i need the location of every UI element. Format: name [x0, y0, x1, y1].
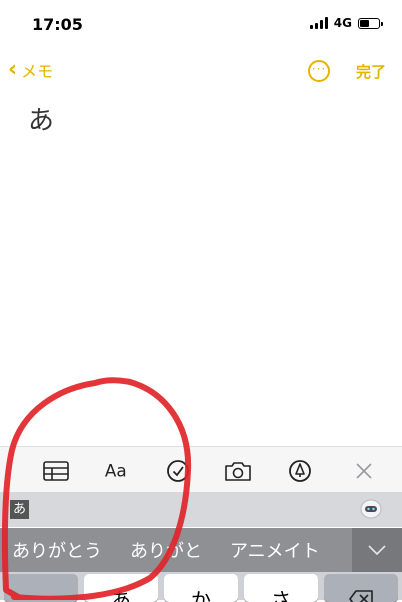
checklist-icon[interactable] [164, 459, 192, 483]
key-a[interactable]: あ [84, 574, 158, 602]
key-function[interactable] [4, 574, 78, 602]
close-icon[interactable] [350, 459, 378, 483]
keyboard: あ か さ [0, 572, 402, 602]
back-button[interactable]: ‹ メモ [8, 58, 53, 82]
assistant-icon[interactable] [360, 499, 382, 519]
markup-pen-icon[interactable] [286, 459, 314, 483]
network-label: 4G [333, 16, 352, 30]
signal-icon [309, 17, 328, 29]
status-time: 17:05 [32, 15, 83, 34]
back-label: メモ [21, 62, 54, 81]
chevron-left-icon: ‹ [8, 57, 18, 82]
delete-key[interactable] [324, 574, 398, 602]
svg-text:Aa: Aa [105, 461, 127, 481]
ime-preview: あ [10, 500, 30, 519]
candidate-item[interactable]: ありがと [130, 537, 202, 563]
format-toolbar: Aa [0, 446, 402, 493]
ime-input-bar: あ [0, 492, 402, 527]
key-sa[interactable]: さ [244, 574, 318, 602]
candidate-item[interactable]: アニメイト [230, 537, 320, 563]
text-format-icon[interactable]: Aa [104, 459, 132, 483]
more-options-icon[interactable]: ··· [308, 60, 330, 82]
battery-icon [358, 17, 383, 29]
table-icon[interactable] [42, 459, 70, 483]
done-button[interactable]: 完了 [356, 61, 386, 82]
note-body[interactable]: あ [28, 100, 54, 137]
status-bar: 17:05 4G [0, 0, 402, 48]
chevron-down-icon[interactable] [352, 528, 402, 572]
nav-bar: ‹ メモ ··· 完了 [0, 52, 402, 92]
camera-icon[interactable] [224, 459, 252, 483]
key-ka[interactable]: か [164, 574, 238, 602]
delete-icon [349, 590, 373, 602]
candidate-bar: ありがとう ありがと アニメイト [0, 528, 402, 572]
status-indicators: 4G [309, 16, 383, 30]
candidate-item[interactable]: ありがとう [12, 537, 102, 563]
